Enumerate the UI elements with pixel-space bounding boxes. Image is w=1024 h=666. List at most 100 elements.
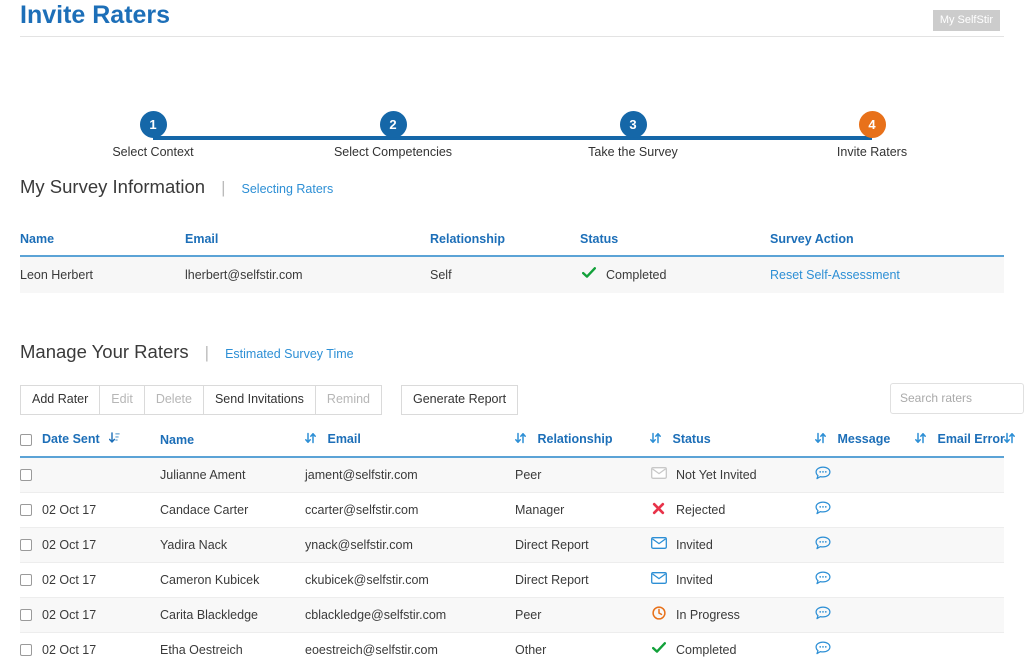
step-4-label: Invite Raters <box>792 145 952 159</box>
cell-date-sent: 02 Oct 17 <box>42 563 160 598</box>
cell-select[interactable] <box>20 563 42 598</box>
sort-icon[interactable] <box>1004 432 1015 447</box>
step-2-number[interactable]: 2 <box>380 111 407 138</box>
table-row[interactable]: 02 Oct 17Cameron Kubicekckubicek@selfsti… <box>20 563 1004 598</box>
cell-relationship: Peer <box>515 598 650 633</box>
col-header-name[interactable]: Name <box>160 432 305 457</box>
table-row[interactable]: Julianne Amentjament@selfstir.comPeerNot… <box>20 457 1004 493</box>
selecting-raters-link[interactable]: Selecting Raters <box>242 182 334 196</box>
col-header-status[interactable]: Status <box>650 432 815 457</box>
col-header-name[interactable]: Name <box>20 232 185 256</box>
step-4[interactable]: 4 Invite Raters <box>792 111 952 159</box>
reset-self-assessment-link[interactable]: Reset Self-Assessment <box>770 268 900 282</box>
survey-info-divider: | <box>221 178 225 198</box>
step-4-number[interactable]: 4 <box>859 111 886 138</box>
col-header-select-all[interactable] <box>20 432 42 457</box>
table-row[interactable]: 02 Oct 17Etha Oestreicheoestreich@selfst… <box>20 633 1004 666</box>
status-label: Completed <box>676 643 736 657</box>
cell-message[interactable] <box>815 457 915 493</box>
raters-toolbar: Add Rater Edit Delete Send Invitations R… <box>20 385 1024 415</box>
step-3-number[interactable]: 3 <box>620 111 647 138</box>
col-header-email[interactable]: Email <box>185 232 430 256</box>
sort-icon[interactable] <box>915 432 926 447</box>
cell-message[interactable] <box>815 598 915 633</box>
estimated-survey-time-link[interactable]: Estimated Survey Time <box>225 347 354 361</box>
cell-select[interactable] <box>20 457 42 493</box>
row-checkbox[interactable] <box>20 469 32 481</box>
col-header-status[interactable]: Status <box>580 232 770 256</box>
step-3[interactable]: 3 Take the Survey <box>553 111 713 159</box>
cell-status: Completed <box>580 256 770 293</box>
comment-icon[interactable] <box>815 469 831 483</box>
step-1-number[interactable]: 1 <box>140 111 167 138</box>
comment-icon[interactable] <box>815 609 831 623</box>
raters-action-buttons: Add Rater Edit Delete Send Invitations R… <box>20 385 517 415</box>
row-checkbox[interactable] <box>20 539 32 551</box>
col-header-email[interactable]: Email <box>305 432 515 457</box>
remind-button[interactable]: Remind <box>315 385 382 415</box>
cell-status: Not Yet Invited <box>650 457 815 493</box>
cell-name: Carita Blackledge <box>160 598 305 633</box>
sort-icon[interactable] <box>815 432 826 447</box>
cell-select[interactable] <box>20 493 42 528</box>
envelope-blue-icon <box>650 537 667 552</box>
table-row[interactable]: 02 Oct 17Candace Carterccarter@selfstir.… <box>20 493 1004 528</box>
comment-icon[interactable] <box>815 504 831 518</box>
select-all-checkbox[interactable] <box>20 434 32 446</box>
row-checkbox[interactable] <box>20 644 32 656</box>
manage-raters-heading: Manage Your Raters | Estimated Survey Ti… <box>20 341 1024 363</box>
generate-report-button[interactable]: Generate Report <box>401 385 518 415</box>
step-1-label: Select Context <box>73 145 233 159</box>
clock-orange-icon <box>650 606 667 623</box>
table-header-row: Date Sent Name <box>20 432 1004 457</box>
cell-name: Candace Carter <box>160 493 305 528</box>
step-2-label: Select Competencies <box>313 145 473 159</box>
comment-icon[interactable] <box>815 574 831 588</box>
row-checkbox[interactable] <box>20 609 32 621</box>
cell-name: Cameron Kubicek <box>160 563 305 598</box>
my-selfstir-button[interactable]: My SelfStir <box>933 10 1000 31</box>
col-header-date-sent[interactable]: Date Sent <box>42 432 160 457</box>
manage-raters-divider: | <box>205 343 209 363</box>
comment-icon[interactable] <box>815 644 831 658</box>
sort-active-icon[interactable] <box>109 432 120 447</box>
delete-button[interactable]: Delete <box>144 385 204 415</box>
table-row[interactable]: 02 Oct 17Carita Blackledgecblackledge@se… <box>20 598 1004 633</box>
row-checkbox[interactable] <box>20 504 32 516</box>
cell-select[interactable] <box>20 633 42 666</box>
search-raters-input[interactable] <box>890 383 1024 414</box>
sort-icon[interactable] <box>515 432 526 447</box>
col-header-status-label: Status <box>672 432 710 446</box>
cell-message[interactable] <box>815 493 915 528</box>
cell-relationship: Direct Report <box>515 528 650 563</box>
step-1[interactable]: 1 Select Context <box>73 111 233 159</box>
col-header-date-sent-label: Date Sent <box>42 432 100 446</box>
col-header-relationship[interactable]: Relationship <box>430 232 580 256</box>
cell-email-error <box>915 598 1004 633</box>
cell-status: Rejected <box>650 493 815 528</box>
col-header-email-error[interactable]: Email Error <box>915 432 1004 457</box>
step-2[interactable]: 2 Select Competencies <box>313 111 473 159</box>
add-rater-button[interactable]: Add Rater <box>20 385 100 415</box>
progress-stepper: 1 Select Context 2 Select Competencies 3… <box>0 56 1024 134</box>
table-header-row: Name Email Relationship Status Survey Ac… <box>20 232 1004 256</box>
cell-date-sent: 02 Oct 17 <box>42 598 160 633</box>
col-header-survey-action[interactable]: Survey Action <box>770 232 1004 256</box>
status-label: Not Yet Invited <box>676 468 757 482</box>
comment-icon[interactable] <box>815 539 831 553</box>
cell-message[interactable] <box>815 563 915 598</box>
col-header-message[interactable]: Message <box>815 432 915 457</box>
cell-select[interactable] <box>20 598 42 633</box>
row-checkbox[interactable] <box>20 574 32 586</box>
cell-message[interactable] <box>815 633 915 666</box>
sort-icon[interactable] <box>650 432 661 447</box>
edit-button[interactable]: Edit <box>99 385 145 415</box>
send-invitations-button[interactable]: Send Invitations <box>203 385 316 415</box>
check-icon <box>650 642 667 657</box>
cell-select[interactable] <box>20 528 42 563</box>
col-header-relationship[interactable]: Relationship <box>515 432 650 457</box>
cell-email-error <box>915 457 1004 493</box>
cell-message[interactable] <box>815 528 915 563</box>
sort-icon[interactable] <box>305 432 316 447</box>
table-row[interactable]: 02 Oct 17Yadira Nackynack@selfstir.comDi… <box>20 528 1004 563</box>
